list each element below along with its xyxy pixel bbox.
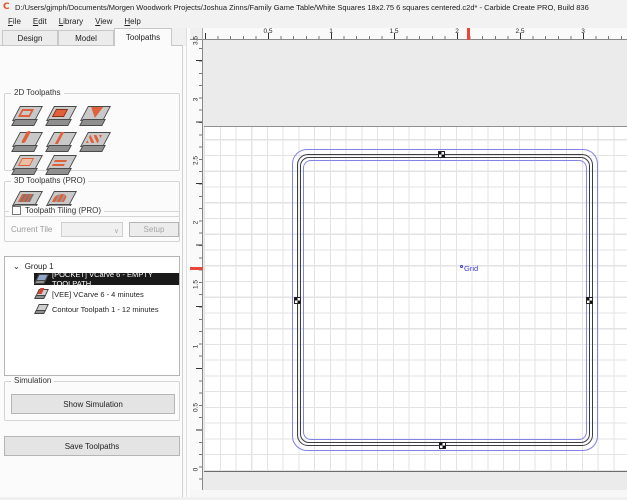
toolpath-item-contour1[interactable]: Contour Toolpath 1 - 12 minutes (34, 303, 180, 315)
group-toolpath-tiling: Toolpath Tiling (PRO) Current Tile ∨ Set… (4, 211, 180, 242)
horizontal-ruler: 0.5 1 1.5 2 2.5 3 (203, 28, 627, 40)
hruler-tick-label: 2 (455, 28, 459, 35)
vruler-tick-label: 0.5 (193, 403, 200, 413)
toolpath-group-label: Group 1 (25, 262, 54, 271)
vruler-tick-label: 2 (193, 218, 200, 228)
tab-toolpaths[interactable]: Toolpaths (114, 28, 172, 46)
tiling-header: Toolpath Tiling (PRO) (9, 206, 104, 215)
tiling-checkbox[interactable] (12, 206, 21, 215)
vruler-tick-label: 3 (193, 95, 200, 105)
tab-model[interactable]: Model (58, 30, 114, 46)
toolpath-group-row[interactable]: ⌄ Group 1 (13, 262, 54, 271)
hruler-tick-label: 3 (581, 28, 585, 35)
toolpath-item-label: [POCKET] VCarve 6 - EMPTY TOOLPATH (52, 270, 180, 288)
wave-toolpath-icon[interactable] (45, 154, 75, 176)
vruler-tick-label: 1 (193, 342, 200, 352)
group-expand-chevron-icon[interactable]: ⌄ (13, 262, 20, 271)
node-marker-top[interactable] (438, 151, 445, 158)
toolpath-item-pocket-vcarve6[interactable]: [POCKET] VCarve 6 - EMPTY TOOLPATH (34, 273, 180, 285)
contour-toolpath-item-icon (34, 304, 48, 314)
show-simulation-button[interactable]: Show Simulation (11, 394, 175, 414)
node-marker-bottom[interactable] (439, 442, 446, 449)
grid-layer-text: Grid (464, 264, 478, 273)
grid-origin-dot-icon (460, 265, 463, 268)
toolpath-item-vee-vcarve6[interactable]: [VEE] VCarve 6 - 4 minutes (34, 288, 180, 300)
chevron-down-icon: ∨ (114, 227, 119, 235)
menu-help[interactable]: Help (118, 15, 146, 28)
advanced-vcarve-toolpath-icon[interactable] (45, 131, 75, 153)
app-logo-icon: C (3, 3, 12, 12)
hruler-tick-label: 1 (329, 28, 333, 35)
window-title: D:/Users/gjmph/Documents/Morgen Woodwork… (15, 3, 589, 12)
offset-pocket-toolpath-icon[interactable] (11, 154, 41, 176)
tab-design[interactable]: Design (2, 30, 58, 46)
group-2d-toolpaths: 2D Toolpaths (4, 93, 180, 171)
group-3d-toolpaths-label: 3D Toolpaths (PRO) (11, 176, 88, 185)
vertical-ruler: 3.5 3 2.5 2 1.5 1 0.5 0 (190, 40, 203, 490)
toolpath-item-label: [VEE] VCarve 6 - 4 minutes (52, 290, 144, 299)
vruler-tick-label: 1.5 (193, 280, 200, 290)
toolpath-item-label: Contour Toolpath 1 - 12 minutes (52, 305, 159, 314)
menu-file[interactable]: File (2, 15, 27, 28)
toolpaths-panel: 2D Toolpaths 3D Toolpaths (PRO) Toolpath… (0, 45, 183, 497)
tab-bar: Design Model Toolpaths (0, 28, 186, 46)
hruler-tick-label: 0.5 (263, 28, 272, 35)
texture-toolpath-icon[interactable] (79, 131, 109, 153)
pocket-toolpath-icon[interactable] (45, 105, 75, 127)
menu-bar: File Edit Library View Help (0, 14, 627, 28)
menu-edit[interactable]: Edit (27, 15, 53, 28)
tiling-label: Toolpath Tiling (PRO) (25, 206, 101, 215)
setup-button[interactable]: Setup (129, 222, 179, 237)
design-viewport[interactable]: Grid (203, 40, 627, 490)
simulation-label: Simulation (11, 376, 54, 385)
group-2d-toolpaths-label: 2D Toolpaths (11, 88, 64, 97)
current-tile-label: Current Tile (11, 225, 52, 234)
hruler-tick-label: 1.5 (389, 28, 398, 35)
menu-view[interactable]: View (89, 15, 118, 28)
save-toolpaths-button[interactable]: Save Toolpaths (4, 436, 180, 456)
toolpath-offset-inner-vector[interactable] (303, 160, 587, 440)
vruler-tick-label: 3.5 (193, 36, 200, 46)
cursor-position-marker-v (190, 267, 203, 270)
vruler-tick-label: 2.5 (193, 156, 200, 166)
drill-toolpath-icon[interactable] (11, 131, 41, 153)
left-panel: Design Model Toolpaths 2D Toolpaths 3D T… (0, 28, 186, 497)
node-marker-left[interactable] (294, 297, 301, 304)
vcarve-toolpath-icon[interactable] (79, 105, 109, 127)
hruler-tick-label: 2.5 (515, 28, 524, 35)
title-bar: C D:/Users/gjmph/Documents/Morgen Woodwo… (0, 0, 627, 14)
current-tile-select[interactable]: ∨ (61, 222, 123, 237)
canvas-area: 0.5 1 1.5 2 2.5 3 3.5 3 2.5 2 1.5 1 0.5 … (190, 28, 627, 497)
cursor-position-marker-h (467, 28, 470, 40)
pocket-toolpath-item-icon (34, 274, 48, 284)
group-simulation: Simulation Show Simulation (4, 381, 180, 421)
menu-library[interactable]: Library (53, 15, 89, 28)
vee-toolpath-item-icon (34, 289, 48, 299)
toolpath-list: ⌄ Group 1 [POCKET] VCarve 6 - EMPTY TOOL… (4, 256, 180, 376)
node-marker-right[interactable] (586, 297, 593, 304)
grid-layer-label: Grid (460, 264, 478, 273)
vruler-tick-label: 0 (193, 465, 200, 475)
contour-toolpath-icon[interactable] (11, 105, 41, 127)
